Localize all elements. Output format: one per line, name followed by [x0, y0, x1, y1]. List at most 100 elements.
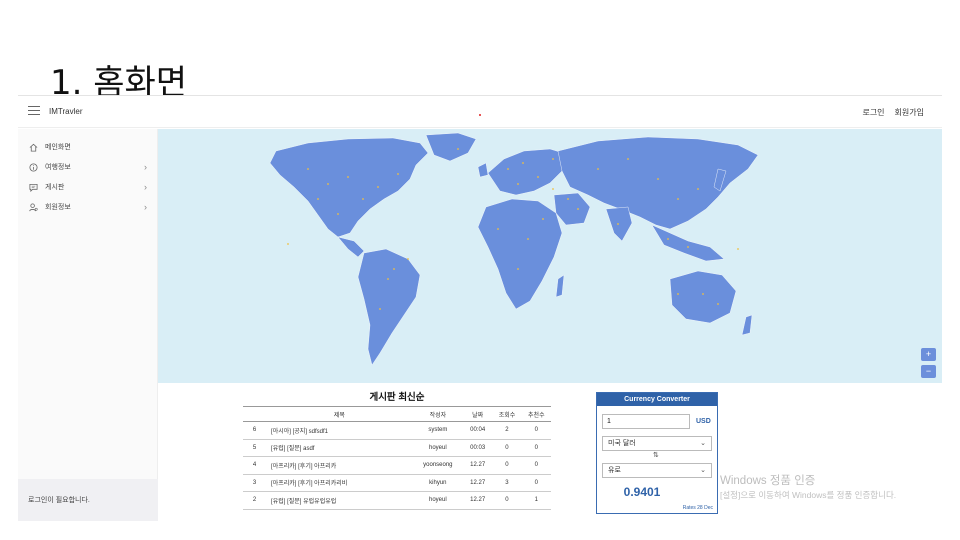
cell-title[interactable]: [아프리카] [후기] 아프리카	[266, 456, 413, 475]
cell-no: 3	[243, 474, 267, 492]
chevron-right-icon: ›	[144, 182, 147, 192]
cell-title[interactable]: [아시아] [공지] sdfsdf1	[266, 421, 413, 440]
top-links: 로그인 회원가입	[862, 107, 924, 118]
cell-title[interactable]: [아프리카] [후기] 아프리카리비	[266, 474, 413, 492]
city-marker[interactable]	[517, 268, 519, 270]
city-marker[interactable]	[542, 218, 544, 220]
city-marker[interactable]	[362, 198, 364, 200]
city-marker[interactable]	[597, 168, 599, 170]
city-marker[interactable]	[677, 293, 679, 295]
login-required-message: 로그인이 필요합니다.	[18, 479, 158, 521]
city-marker[interactable]	[687, 246, 689, 248]
europe-region	[487, 148, 571, 196]
australia-region	[669, 270, 737, 324]
world-map[interactable]: + −	[158, 129, 942, 383]
cell-views: 0	[492, 491, 522, 510]
login-link[interactable]: 로그인	[862, 107, 884, 118]
city-marker[interactable]	[627, 158, 629, 160]
greenland-region	[425, 132, 477, 162]
hamburger-menu-icon[interactable]	[28, 106, 40, 116]
table-row[interactable]: 5 [유럽] [질문] asdf hoyeul 00:03 0 0	[243, 439, 551, 457]
chevron-right-icon: ›	[144, 202, 147, 212]
table-row[interactable]: 2 [유럽] [질문] 유럽유럽유럽 hoyeul 12.27 0 1	[243, 491, 551, 510]
city-marker[interactable]	[497, 228, 499, 230]
table-row[interactable]: 6 [아시아] [공지] sdfsdf1 system 00:04 2 0	[243, 421, 551, 440]
cell-no: 5	[243, 439, 267, 457]
cell-likes: 0	[521, 439, 551, 457]
app-window: IMTravler 로그인 회원가입 메인화면 여행정보 › 게시판 › 회원정…	[18, 95, 942, 521]
city-marker[interactable]	[702, 293, 704, 295]
city-marker[interactable]	[517, 183, 519, 185]
city-marker[interactable]	[347, 176, 349, 178]
conversion-result: 0.9401	[623, 485, 661, 499]
city-marker[interactable]	[577, 208, 579, 210]
city-marker[interactable]	[667, 238, 669, 240]
cell-date: 00:03	[462, 439, 493, 457]
city-marker[interactable]	[307, 168, 309, 170]
cell-author: system	[412, 421, 463, 440]
city-marker[interactable]	[552, 188, 554, 190]
col-header: 제목	[266, 406, 413, 422]
city-marker[interactable]	[337, 213, 339, 215]
signup-link[interactable]: 회원가입	[895, 107, 924, 118]
board-table: 제목 작성자 날짜 조회수 추천수 6 [아시아] [공지] sdfsdf1 s…	[243, 406, 551, 510]
city-marker[interactable]	[717, 303, 719, 305]
col-header: 작성자	[412, 406, 463, 422]
table-row[interactable]: 3 [아프리카] [후기] 아프리카리비 kihyun 12.27 3 0	[243, 474, 551, 492]
sidebar-item-board[interactable]: 게시판 ›	[18, 177, 157, 197]
cell-title[interactable]: [유럽] [질문] asdf	[266, 439, 413, 457]
city-marker[interactable]	[457, 148, 459, 150]
sidebar-item-label: 회원정보	[45, 204, 71, 211]
city-marker[interactable]	[537, 176, 539, 178]
zoom-in-button[interactable]: +	[921, 348, 936, 361]
city-marker[interactable]	[567, 198, 569, 200]
city-marker[interactable]	[379, 308, 381, 310]
cell-likes: 0	[521, 421, 551, 440]
city-marker[interactable]	[387, 278, 389, 280]
city-marker[interactable]	[737, 248, 739, 250]
city-marker[interactable]	[507, 168, 509, 170]
city-marker[interactable]	[397, 173, 399, 175]
new-zealand-region	[741, 314, 753, 336]
amount-input[interactable]: 1	[602, 414, 690, 429]
col-header: 조회수	[492, 406, 522, 422]
sidebar-item-member-info[interactable]: 회원정보 ›	[18, 197, 157, 217]
sidebar-item-main[interactable]: 메인화면	[18, 137, 157, 157]
col-header: 날짜	[462, 406, 493, 422]
city-marker[interactable]	[327, 183, 329, 185]
world-map-svg	[269, 132, 759, 366]
top-bar: IMTravler 로그인 회원가입	[18, 96, 942, 128]
city-marker[interactable]	[317, 198, 319, 200]
cell-likes: 0	[521, 474, 551, 492]
sidebar-item-travel-info[interactable]: 여행정보 ›	[18, 157, 157, 177]
city-marker[interactable]	[377, 186, 379, 188]
sidebar-item-label: 게시판	[45, 184, 65, 191]
from-currency-select[interactable]: 미국 달러 ⌄	[602, 436, 712, 451]
city-marker[interactable]	[287, 243, 289, 245]
city-marker[interactable]	[393, 268, 395, 270]
brand-name: IMTravler	[49, 107, 83, 116]
cell-date: 12.27	[462, 491, 493, 510]
zoom-out-button[interactable]: −	[921, 365, 936, 378]
table-row[interactable]: 4 [아프리카] [후기] 아프리카 yoonseong 12.27 0 0	[243, 456, 551, 475]
currency-code-label: USD	[696, 418, 711, 425]
city-marker[interactable]	[677, 198, 679, 200]
red-dot	[479, 114, 481, 116]
sidebar-item-label: 여행정보	[45, 164, 71, 171]
city-marker[interactable]	[697, 188, 699, 190]
city-marker[interactable]	[657, 178, 659, 180]
city-marker[interactable]	[552, 158, 554, 160]
city-marker[interactable]	[617, 223, 619, 225]
city-marker[interactable]	[522, 162, 524, 164]
cell-author: hoyeul	[412, 491, 463, 510]
swap-icon[interactable]: ⇅	[653, 451, 659, 459]
city-marker[interactable]	[527, 238, 529, 240]
to-currency-select[interactable]: 유로 ⌄	[602, 463, 712, 478]
windows-activation-subtitle: [설정]으로 이동하여 Windows를 정품 인증합니다.	[720, 490, 897, 500]
sidebar-item-label: 메인화면	[45, 144, 71, 151]
cell-likes: 0	[521, 456, 551, 475]
cell-author: hoyeul	[412, 439, 463, 457]
cell-title[interactable]: [유럽] [질문] 유럽유럽유럽	[266, 491, 413, 510]
cell-no: 6	[243, 421, 267, 440]
city-marker[interactable]	[407, 258, 409, 260]
